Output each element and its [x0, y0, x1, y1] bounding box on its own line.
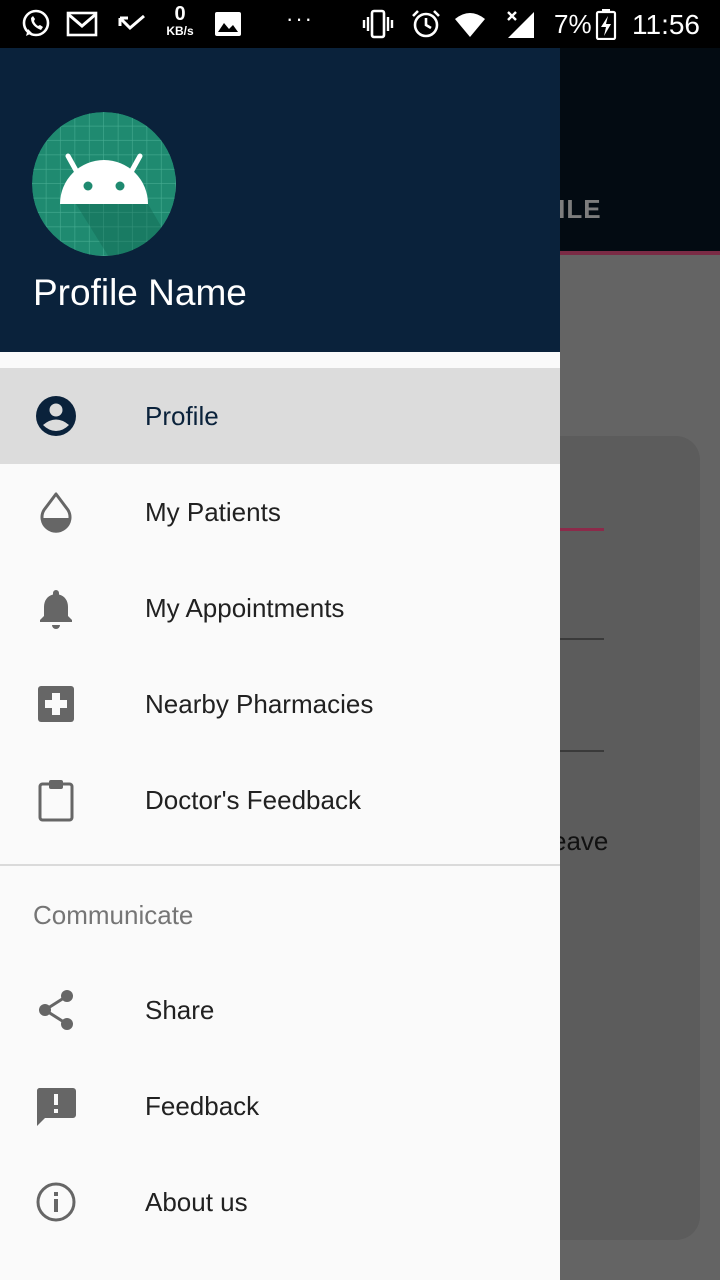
network-speed-value: 0: [174, 3, 186, 25]
image-icon: [215, 12, 241, 36]
background-field-underline: [560, 528, 604, 531]
background-field-underline: [560, 750, 604, 752]
menu-item-doctors-feedback[interactable]: Doctor's Feedback: [0, 752, 560, 848]
drawer-divider: [0, 864, 560, 866]
menu-item-label: My Appointments: [145, 593, 345, 623]
background-tab-indicator: [560, 251, 720, 255]
profile-name: Profile Name: [33, 272, 247, 313]
menu-item-my-patients[interactable]: My Patients: [0, 464, 560, 560]
avatar[interactable]: [32, 112, 176, 256]
cell-signal-icon: [507, 11, 534, 38]
android-icon: [32, 112, 176, 256]
menu-item-label: Doctor's Feedback: [145, 785, 361, 815]
missed-call-icon: [118, 14, 145, 31]
status-bar: 0 KB/s ··· 7% 11:56: [0, 0, 720, 48]
info-icon: [36, 1182, 76, 1222]
menu-item-label: Profile: [145, 401, 219, 431]
wifi-icon: [455, 13, 485, 37]
gmail-icon: [66, 11, 98, 37]
menu-item-feedback[interactable]: Feedback: [0, 1058, 560, 1154]
menu-item-nearby-pharmacies[interactable]: Nearby Pharmacies: [0, 656, 560, 752]
battery-percent: 7%: [554, 9, 592, 39]
menu-item-my-appointments[interactable]: My Appointments: [0, 560, 560, 656]
overflow-dots: ···: [286, 6, 314, 31]
drawer-header: Profile Name: [0, 48, 560, 352]
menu-item-profile[interactable]: Profile: [0, 368, 560, 464]
alarm-icon: [412, 10, 440, 38]
menu-item-about-us[interactable]: About us: [0, 1154, 560, 1250]
whatsapp-icon: [22, 9, 50, 37]
menu-item-label: My Patients: [145, 497, 281, 527]
battery-charging-icon: [595, 9, 617, 40]
vibrate-icon: [362, 9, 394, 39]
feedback-icon: [36, 1088, 76, 1126]
clipboard-icon: [38, 780, 74, 822]
medical-cross-icon: [38, 686, 74, 722]
network-speed-unit: KB/s: [166, 24, 194, 38]
share-icon: [39, 990, 73, 1030]
background-field-underline: [560, 638, 604, 640]
water-drop-icon: [40, 492, 72, 533]
navigation-drawer: Profile Name Profile My Patients My Appo…: [0, 48, 560, 1280]
section-header-communicate: Communicate: [33, 900, 194, 930]
menu-item-label: Feedback: [145, 1091, 260, 1121]
menu-item-label: About us: [145, 1187, 248, 1217]
menu-item-label: Share: [145, 995, 215, 1025]
network-speed: 0 KB/s: [160, 4, 200, 37]
bell-icon: [40, 590, 72, 629]
clock: 11:56: [632, 9, 700, 40]
menu-item-label: Nearby Pharmacies: [145, 689, 374, 719]
menu-item-share[interactable]: Share: [0, 962, 560, 1058]
background-leave-text: eave: [552, 826, 609, 856]
account-circle-icon: [36, 396, 76, 436]
